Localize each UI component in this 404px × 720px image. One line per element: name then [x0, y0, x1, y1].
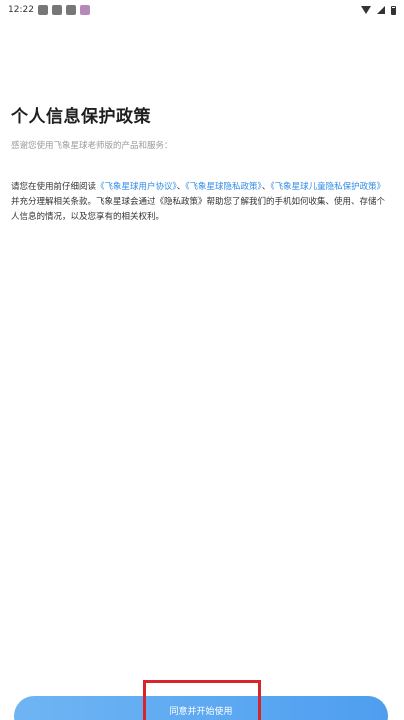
user-agreement-link[interactable]: 《飞象星球用户协议》: [96, 182, 177, 192]
battery-icon: [391, 5, 396, 15]
screen: 12:22 个人信息保护政策 感谢您使用飞象星球老师版的产品和服务： 请您在使用…: [0, 0, 404, 720]
policy-intro: 请您在使用前仔细阅读: [11, 182, 97, 192]
notification-icon: [37, 5, 48, 15]
page-title: 个人信息保护政策: [11, 107, 151, 127]
signal-icon: [377, 6, 385, 14]
status-bar: 12:22: [0, 0, 404, 20]
wifi-icon: [361, 6, 371, 14]
gallery-notification-icon: [79, 5, 90, 15]
status-left: 12:22: [8, 5, 90, 15]
policy-text: 请您在使用前仔细阅读《飞象星球用户协议》、《飞象星球隐私政策》、《飞象星球儿童隐…: [11, 180, 393, 225]
policy-middle: 并充分理解相关条款。飞象星球会通过: [11, 197, 156, 207]
agree-and-start-button[interactable]: 同意并开始使用: [14, 696, 388, 720]
status-time: 12:22: [8, 5, 34, 15]
privacy-policy-reference: 《隐私政策》: [155, 197, 207, 207]
status-right: [361, 5, 396, 15]
page-subtitle: 感谢您使用飞象星球老师版的产品和服务：: [11, 141, 173, 151]
notification-icon: [51, 5, 62, 15]
notification-icon: [65, 5, 76, 15]
privacy-policy-link[interactable]: 《飞象星球隐私政策》: [185, 182, 262, 192]
child-privacy-policy-link[interactable]: 《飞象星球儿童隐私保护政策》: [270, 182, 385, 192]
